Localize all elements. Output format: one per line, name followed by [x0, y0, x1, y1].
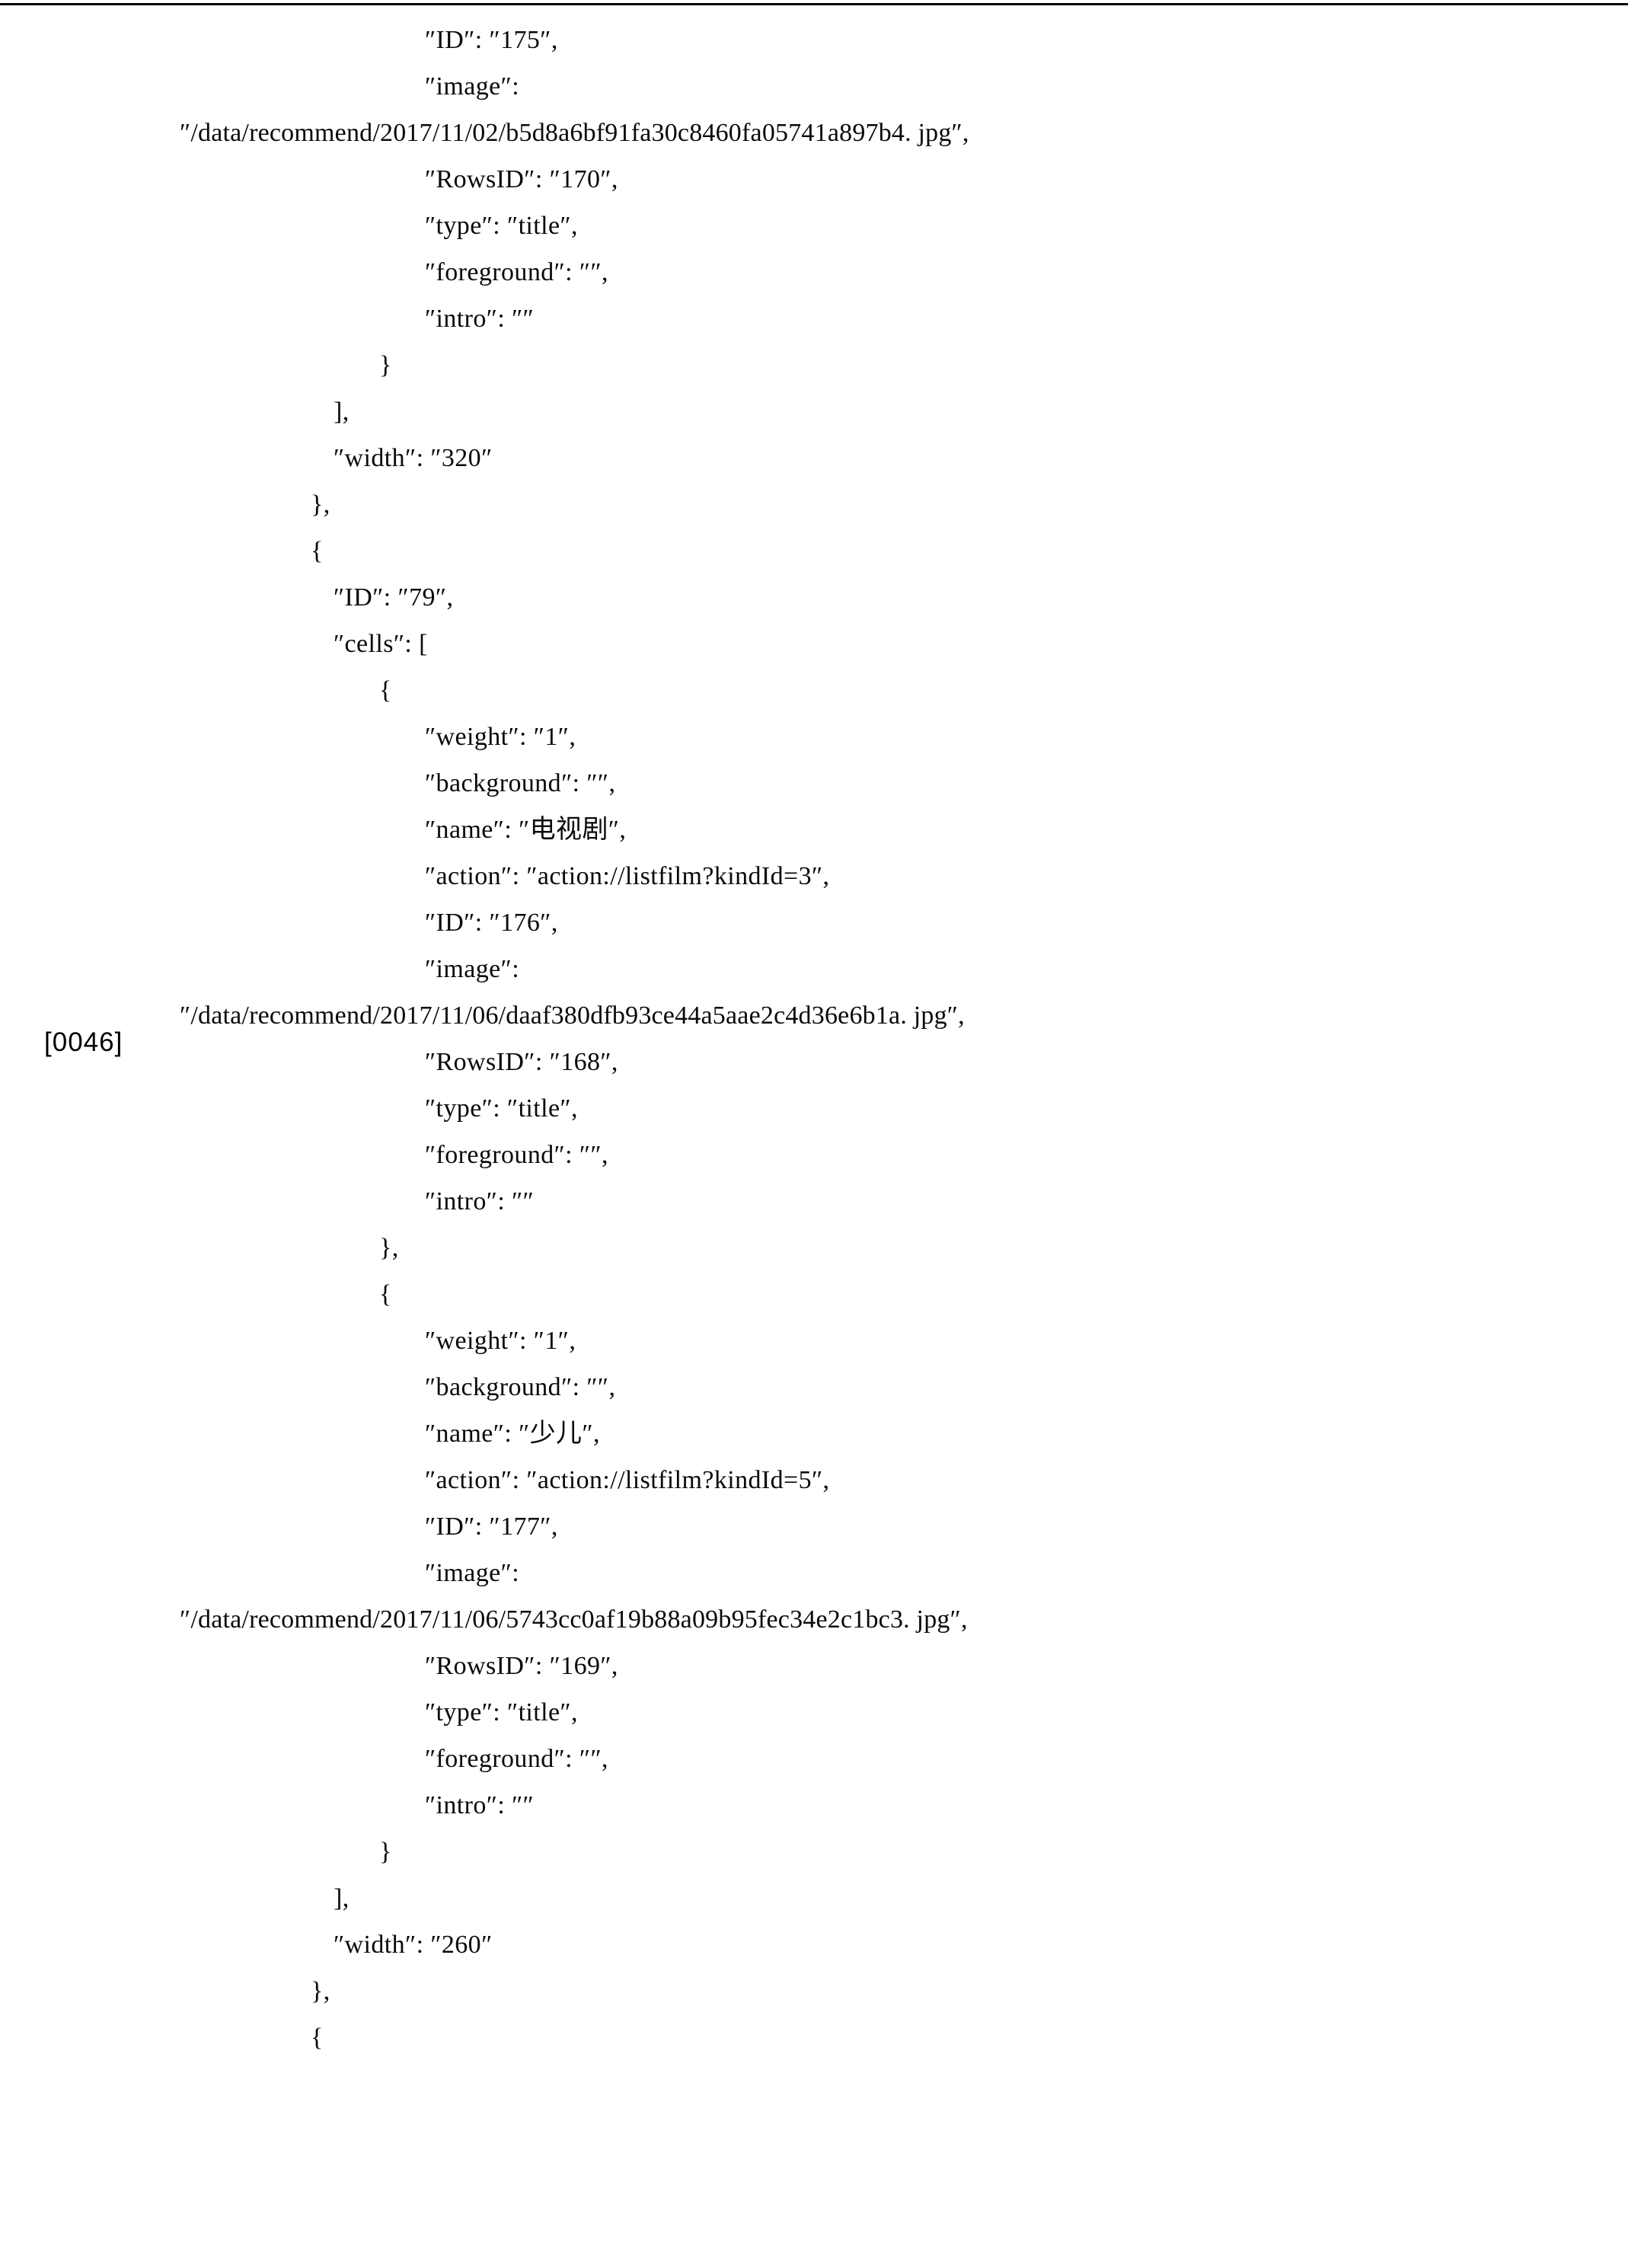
code-line: ″intro″: ″″ — [425, 1187, 535, 1215]
code-line: ″ID″: ″177″, — [425, 1513, 558, 1541]
code-line: { — [311, 2024, 324, 2052]
code-line: ″ID″: ″79″, — [334, 583, 454, 612]
code-line: ″foreground″: ″″, — [425, 258, 608, 286]
code-line: ″type″: ″title″, — [425, 1094, 578, 1123]
code-line: ″RowsID″: ″168″, — [425, 1048, 618, 1076]
code-line: ″/data/recommend/2017/11/06/5743cc0af19b… — [180, 1605, 968, 1634]
code-line: ″intro″: ″″ — [425, 305, 535, 333]
code-line: ″action″: ″action://listfilm?kindId=5″, — [425, 1466, 830, 1494]
code-line: ″foreground″: ″″, — [425, 1745, 608, 1773]
code-line: }, — [311, 1977, 330, 2005]
code-line: ″image″: — [425, 955, 520, 983]
code-line: }, — [311, 490, 330, 519]
code-line: ″/data/recommend/2017/11/06/daaf380dfb93… — [180, 1001, 965, 1030]
code-line: ], — [334, 1884, 350, 1912]
code-line: ″foreground″: ″″, — [425, 1141, 608, 1169]
json-code-listing: ″ID″: ″175″, ″image″: ″/data/recommend/201… — [0, 17, 1628, 2061]
code-line: ″background″: ″″, — [425, 1373, 616, 1401]
code-line: ″action″: ″action://listfilm?kindId=3″, — [425, 862, 830, 890]
code-line: ″weight″: ″1″, — [425, 723, 576, 751]
code-line: } — [379, 351, 392, 379]
code-line: ″weight″: ″1″, — [425, 1327, 576, 1355]
code-line: ″RowsID″: ″169″, — [425, 1652, 618, 1680]
code-line: } — [379, 1838, 392, 1866]
code-line: ″image″: — [425, 1559, 520, 1587]
code-line: ″ID″: ″175″, — [425, 26, 558, 54]
code-line: ″ID″: ″176″, — [425, 909, 558, 937]
code-line: ″image″: — [425, 72, 520, 101]
code-line: ″type″: ″title″, — [425, 1698, 578, 1727]
code-line: { — [379, 1280, 392, 1308]
code-line: ″name″: ″少儿″, — [425, 1420, 600, 1448]
code-line: ″width″: ″320″ — [334, 444, 493, 472]
code-line: ″type″: ″title″, — [425, 212, 578, 240]
code-line: ″/data/recommend/2017/11/02/b5d8a6bf91fa… — [180, 119, 969, 147]
code-line: ″cells″: [ — [334, 630, 428, 658]
code-line: { — [311, 537, 324, 565]
code-line: ″name″: ″电视剧″, — [425, 816, 627, 844]
code-line: { — [379, 676, 392, 704]
code-line: ″intro″: ″″ — [425, 1791, 535, 1819]
patent-page-body: [0046] ″ID″: ″175″, ″image″: ″/data/recomm… — [0, 0, 1628, 2268]
code-line: }, — [379, 1234, 399, 1262]
code-line: ″width″: ″260″ — [334, 1931, 493, 1959]
code-line: ], — [334, 398, 350, 426]
code-line: ″RowsID″: ″170″, — [425, 165, 618, 193]
code-line: ″background″: ″″, — [425, 769, 616, 797]
